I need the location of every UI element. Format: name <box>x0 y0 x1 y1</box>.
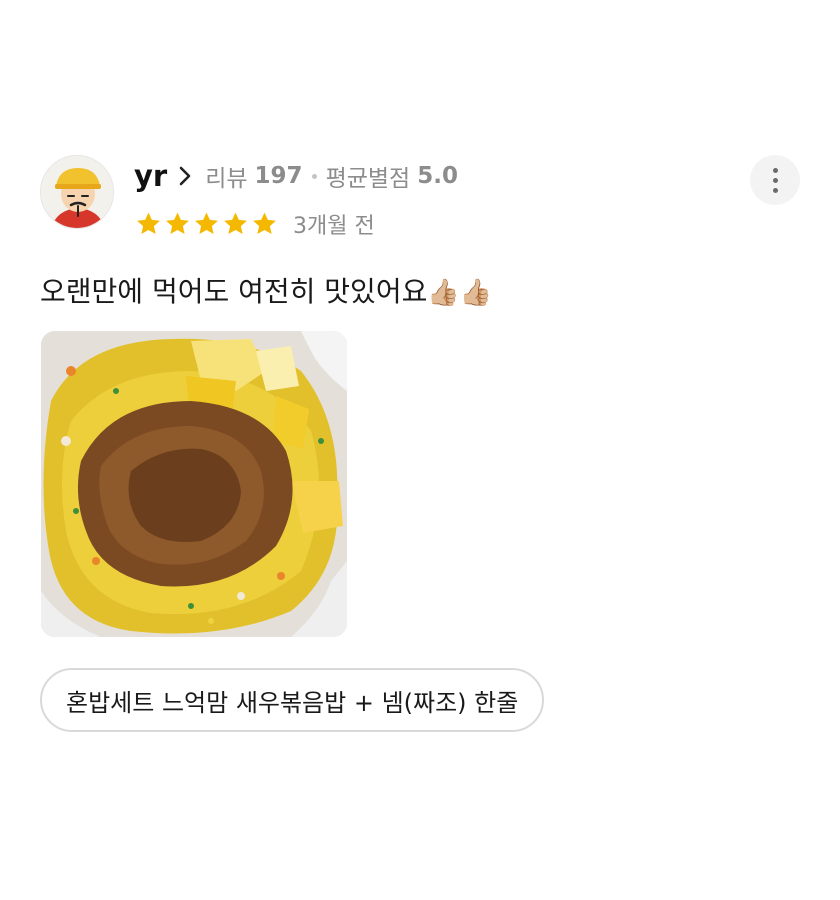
menu-item-chip[interactable]: 혼밥세트 느억맘 새우볶음밥 + 넴(짜조) 한줄 <box>40 668 545 732</box>
fried-rice-photo <box>41 331 347 637</box>
review-photo[interactable] <box>41 331 347 637</box>
separator-dot <box>311 173 317 179</box>
star-rating <box>134 210 279 238</box>
chevron-right-icon[interactable] <box>179 166 191 186</box>
review-body: 오랜만에 먹어도 여전히 맛있어요 <box>40 275 428 308</box>
star-icon <box>163 210 192 238</box>
star-icon <box>221 210 250 238</box>
review-count: 197 <box>254 163 303 189</box>
star-icon <box>134 210 163 238</box>
reviewer-name[interactable]: yr <box>134 159 167 193</box>
more-dot <box>772 187 778 193</box>
more-vertical-icon[interactable] <box>750 155 800 205</box>
review-time: 3개월 전 <box>293 214 375 239</box>
avatar[interactable] <box>40 155 114 229</box>
more-dot <box>772 167 778 173</box>
avg-rating: 5.0 <box>417 163 458 189</box>
avg-rating-label: 평균별점 <box>325 166 411 192</box>
star-icon <box>192 210 221 238</box>
reviewer-header: yr 리뷰 197 평균별점 5.0 <box>134 156 458 196</box>
more-dot <box>772 177 778 183</box>
thumbs-up-emoji: 👍🏼👍🏼 <box>427 278 493 308</box>
review-text: 오랜만에 먹어도 여전히 맛있어요👍🏼👍🏼 <box>40 270 492 315</box>
review-count-label: 리뷰 <box>205 166 248 192</box>
cartoon-avatar-icon <box>41 156 113 228</box>
menu-item-label: 혼밥세트 느억맘 새우볶음밥 + 넴(짜조) 한줄 <box>66 688 519 717</box>
star-icon <box>250 210 279 238</box>
rating-row: 3개월 전 <box>134 206 375 242</box>
